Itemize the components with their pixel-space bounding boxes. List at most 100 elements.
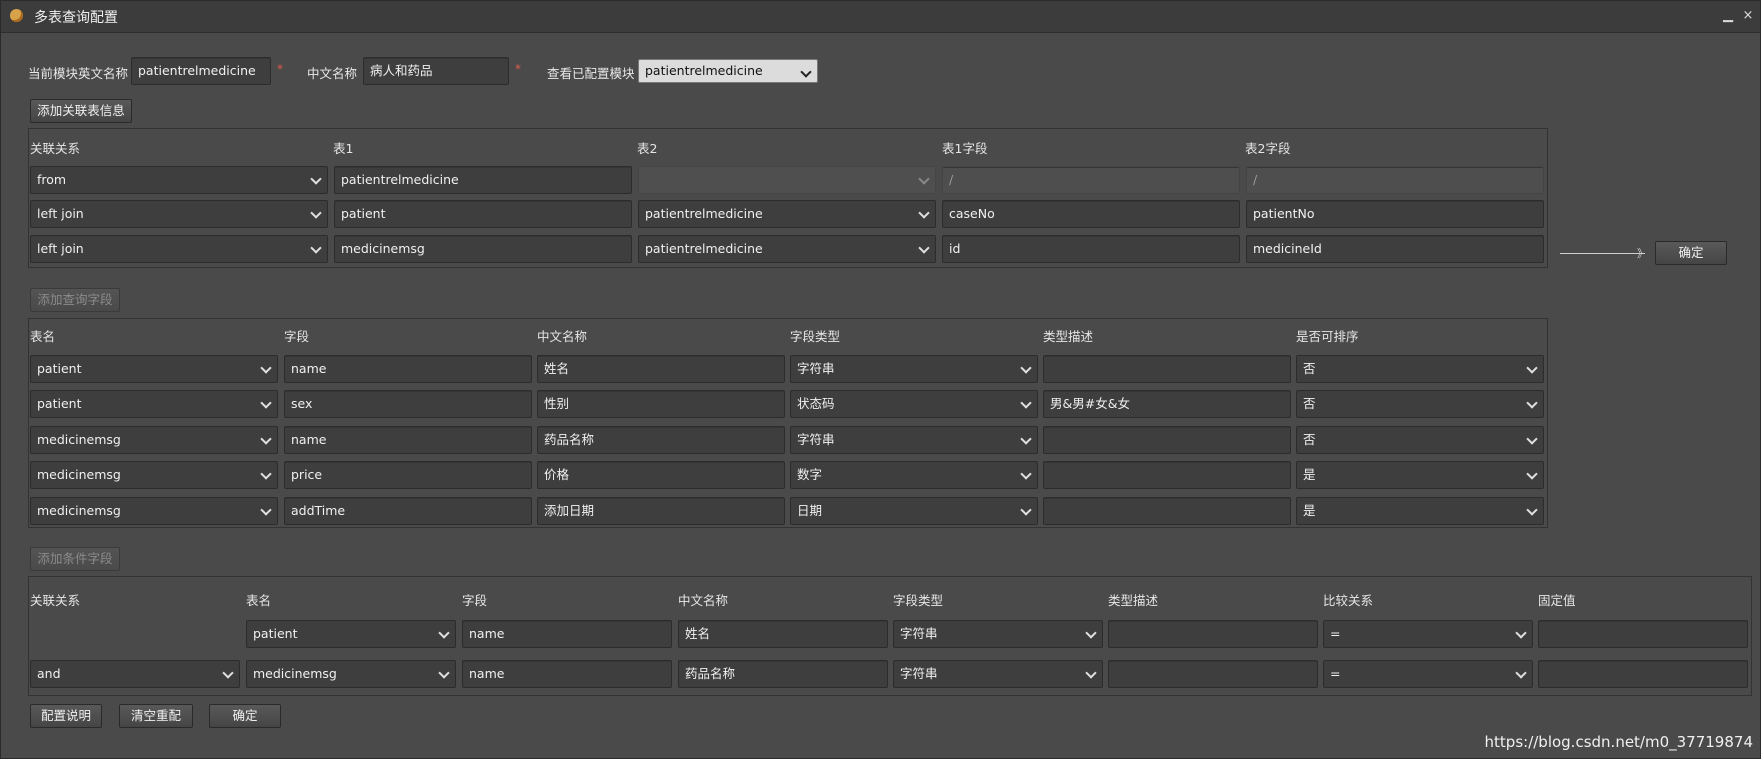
table1-input[interactable]: medicinemsg [334,235,632,263]
minimize-button[interactable]: ▁ [1720,8,1736,24]
help-button[interactable]: 配置说明 [30,704,102,728]
header-type-desc: 类型描述 [1043,329,1094,344]
field-input[interactable]: name [284,426,532,454]
table2-select[interactable]: patientrelmedicine [638,235,936,263]
field-input[interactable]: name [284,355,532,383]
required-mark: * [515,62,521,76]
table-select[interactable]: patient [30,390,278,418]
cn-name-input[interactable]: 药品名称 [537,426,785,454]
chevron-down-icon [1019,391,1033,417]
table1-input[interactable]: patientrelmedicine [334,166,632,194]
field-input[interactable]: price [284,461,532,489]
sortable-select[interactable]: 否 [1296,355,1544,383]
cn-name-input[interactable]: 价格 [537,461,785,489]
compare-select[interactable]: = [1323,660,1533,688]
chevron-down-icon [259,498,273,524]
cn-name-input[interactable]: 姓名 [678,620,888,648]
chevron-down-icon [1525,462,1539,488]
field-input[interactable]: name [462,660,672,688]
relation-select[interactable]: left join [30,235,328,263]
relation-select[interactable]: from [30,166,328,194]
cn-name-input[interactable]: 添加日期 [537,497,785,525]
chevron-down-icon [437,621,451,647]
type-select[interactable]: 字符串 [893,620,1103,648]
sortable-select[interactable]: 是 [1296,497,1544,525]
type-desc-input[interactable]: 男&男#女&女 [1043,390,1291,418]
field-input[interactable]: addTime [284,497,532,525]
relations-confirm-button[interactable]: 确定 [1655,241,1727,265]
field1-input[interactable]: id [942,235,1240,263]
header-relation: 关联关系 [30,141,81,156]
chevron-down-icon [1084,661,1098,687]
relation-value: left join [37,206,84,221]
sortable-select-value: 否 [1303,432,1316,447]
chevron-down-icon [1019,427,1033,453]
table-select[interactable]: patient [246,620,456,648]
type-select[interactable]: 状态码 [790,390,1038,418]
table-select[interactable]: medicinemsg [30,426,278,454]
table-select[interactable]: medicinemsg [30,461,278,489]
table-select-value: patient [37,361,82,376]
type-select-value: 字符串 [900,666,938,681]
table2-select[interactable]: patientrelmedicine [638,200,936,228]
relation-select[interactable]: left join [30,200,328,228]
sortable-select-value: 否 [1303,361,1316,376]
cn-name-input[interactable]: 药品名称 [678,660,888,688]
table-select[interactable]: medicinemsg [246,660,456,688]
field2-input[interactable]: patientNo [1246,200,1544,228]
table-select-value: medicinemsg [37,467,121,482]
field1-input[interactable]: caseNo [942,200,1240,228]
field-input[interactable]: name [462,620,672,648]
field-input[interactable]: sex [284,390,532,418]
module-en-input[interactable]: patientrelmedicine [131,57,271,85]
type-select[interactable]: 字符串 [893,660,1103,688]
reset-button[interactable]: 清空重配 [119,704,193,728]
chevron-down-icon [1019,462,1033,488]
type-desc-input[interactable] [1108,660,1318,688]
fixed-value-input[interactable] [1538,660,1748,688]
sortable-select[interactable]: 否 [1296,426,1544,454]
table-select-value: medicinemsg [253,666,337,681]
type-select[interactable]: 字符串 [790,426,1038,454]
sortable-select-value: 是 [1303,503,1316,518]
type-desc-input[interactable] [1043,461,1291,489]
table2-select [638,166,936,194]
app-icon [10,9,23,22]
view-module-select[interactable]: patientrelmedicine [638,59,818,83]
cn-name-input[interactable]: 姓名 [537,355,785,383]
module-cn-input[interactable]: 病人和药品 [363,57,509,85]
header-table: 表名 [30,329,56,344]
field2-input[interactable]: medicineId [1246,235,1544,263]
close-button[interactable]: × [1740,8,1756,24]
type-select-value: 日期 [797,503,823,518]
compare-select-value: = [1330,626,1341,641]
compare-select[interactable]: = [1323,620,1533,648]
chevron-down-icon [259,391,273,417]
type-select[interactable]: 日期 [790,497,1038,525]
header-field: 字段 [462,593,488,608]
confirm-button[interactable]: 确定 [209,704,281,728]
type-select-value: 字符串 [797,432,835,447]
cn-name-input[interactable]: 性别 [537,390,785,418]
chevron-down-icon [259,427,273,453]
type-desc-input[interactable] [1108,620,1318,648]
type-select[interactable]: 字符串 [790,355,1038,383]
relation-select-value: and [37,666,61,681]
table-select-value: patient [37,396,82,411]
type-desc-input[interactable] [1043,355,1291,383]
watermark: https://blog.csdn.net/m0_37719874 [1484,733,1753,751]
header-field2: 表2字段 [1245,141,1291,156]
header-compare: 比较关系 [1323,593,1374,608]
table-select[interactable]: patient [30,355,278,383]
type-select[interactable]: 数字 [790,461,1038,489]
relation-select[interactable]: and [30,660,240,688]
type-desc-input[interactable] [1043,497,1291,525]
sortable-select[interactable]: 否 [1296,390,1544,418]
sortable-select[interactable]: 是 [1296,461,1544,489]
fixed-value-input[interactable] [1538,620,1748,648]
table-select[interactable]: medicinemsg [30,497,278,525]
table1-input[interactable]: patient [334,200,632,228]
window-title: 多表查询配置 [34,10,118,26]
type-desc-input[interactable] [1043,426,1291,454]
add-relation-button[interactable]: 添加关联表信息 [30,99,132,123]
